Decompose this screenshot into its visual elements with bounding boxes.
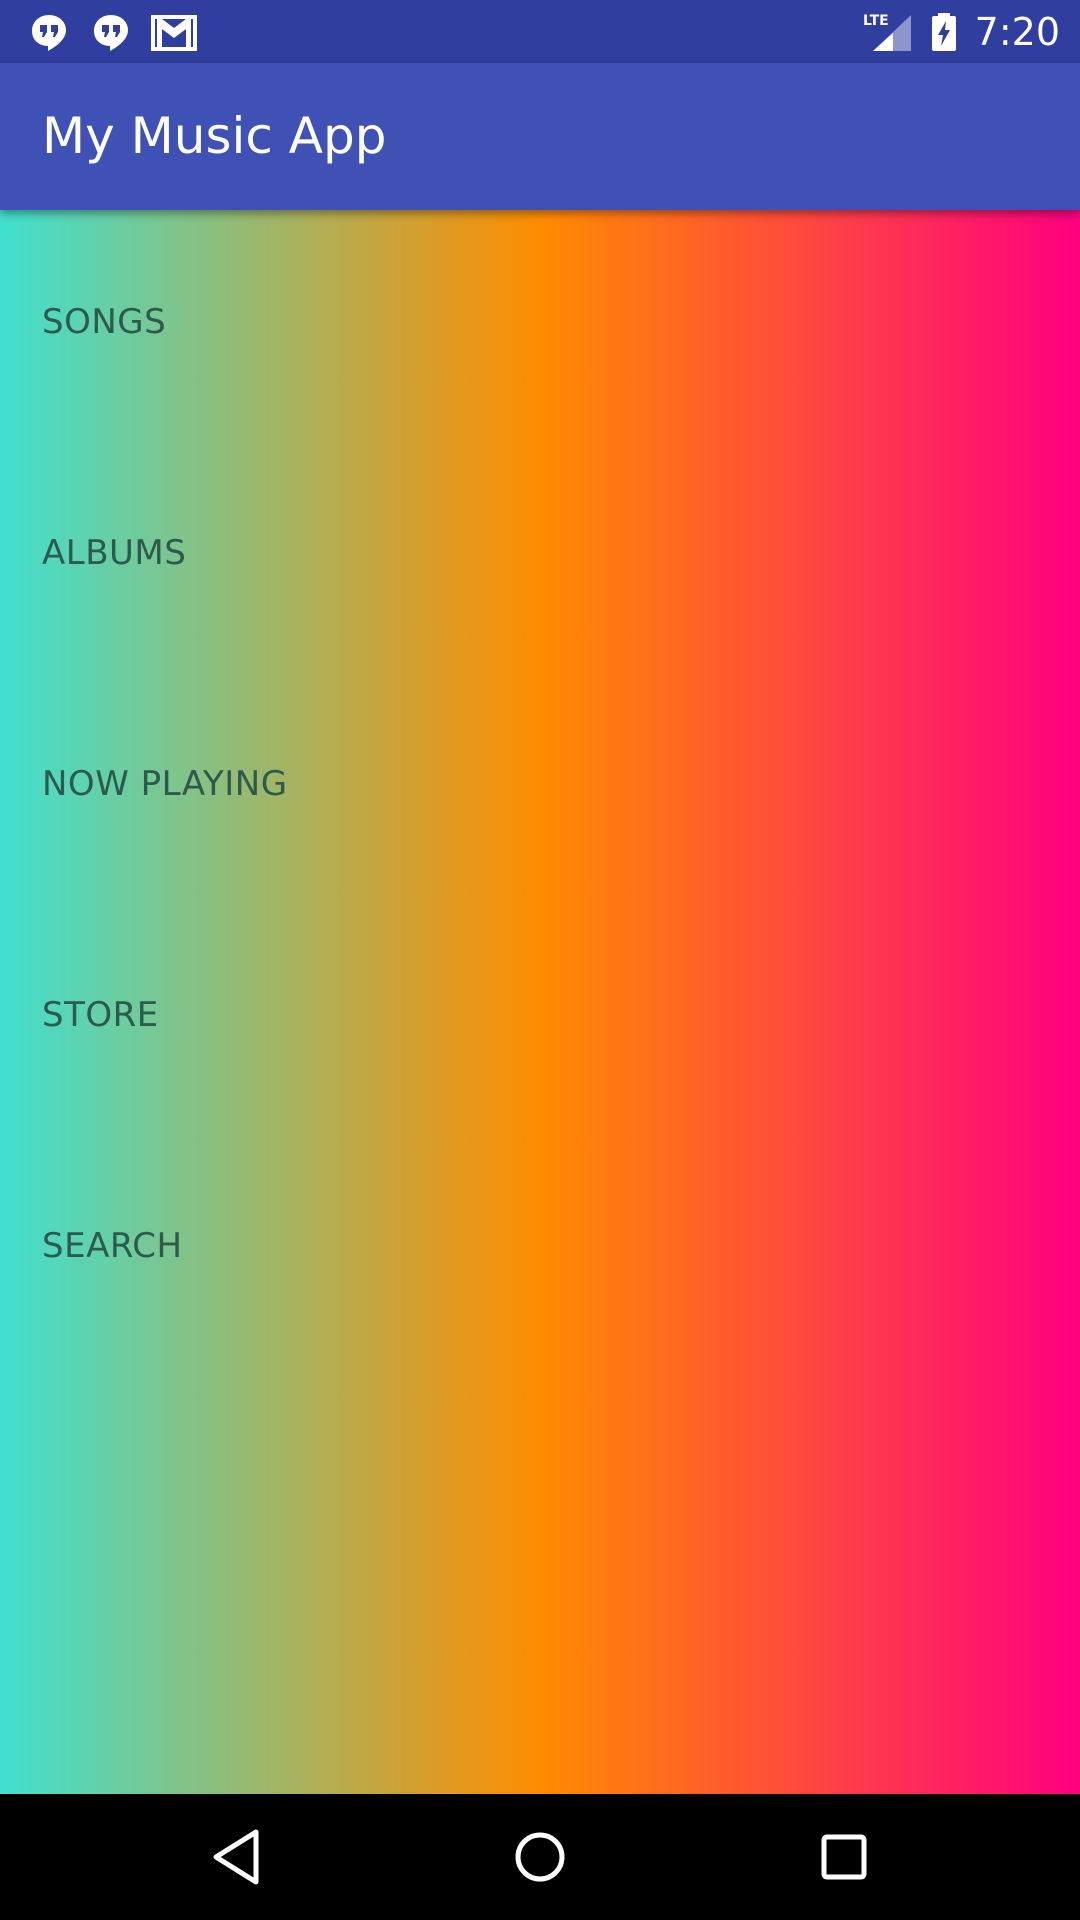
- menu-item-songs[interactable]: SONGS: [0, 210, 1080, 441]
- recents-icon: [821, 1834, 867, 1880]
- menu-item-store[interactable]: STORE: [0, 903, 1080, 1134]
- status-bar: LTE 7:20: [0, 0, 1080, 63]
- navigation-bar: [0, 1794, 1080, 1920]
- app-title: My Music App: [42, 107, 387, 165]
- status-time: 7:20: [974, 9, 1060, 54]
- back-button[interactable]: [202, 1822, 272, 1892]
- menu-item-label: NOW PLAYING: [42, 764, 288, 804]
- hangouts-icon: [28, 11, 70, 53]
- home-button[interactable]: [505, 1822, 575, 1892]
- menu-item-now-playing[interactable]: NOW PLAYING: [0, 672, 1080, 903]
- menu-item-search[interactable]: SEARCH: [0, 1134, 1080, 1365]
- menu-item-label: SONGS: [42, 302, 167, 342]
- lte-signal-icon: LTE: [863, 13, 911, 51]
- home-icon: [515, 1832, 565, 1882]
- network-type-label: LTE: [863, 13, 889, 29]
- gmail-icon: [150, 11, 198, 53]
- menu-item-label: STORE: [42, 995, 159, 1035]
- hangouts-icon: [90, 11, 132, 53]
- status-indicators: LTE 7:20: [863, 0, 1060, 63]
- battery-charging-icon: [931, 12, 956, 51]
- menu-item-label: SEARCH: [42, 1226, 183, 1266]
- menu-item-label: ALBUMS: [42, 533, 187, 573]
- menu-item-albums[interactable]: ALBUMS: [0, 441, 1080, 672]
- app-bar: My Music App: [0, 63, 1080, 210]
- recents-button[interactable]: [809, 1822, 879, 1892]
- back-icon: [213, 1829, 259, 1885]
- menu-list: SONGS ALBUMS NOW PLAYING STORE SEARCH: [0, 210, 1080, 1794]
- screen: LTE 7:20 My Music App SONGS ALBUMS NOW P…: [0, 0, 1080, 1920]
